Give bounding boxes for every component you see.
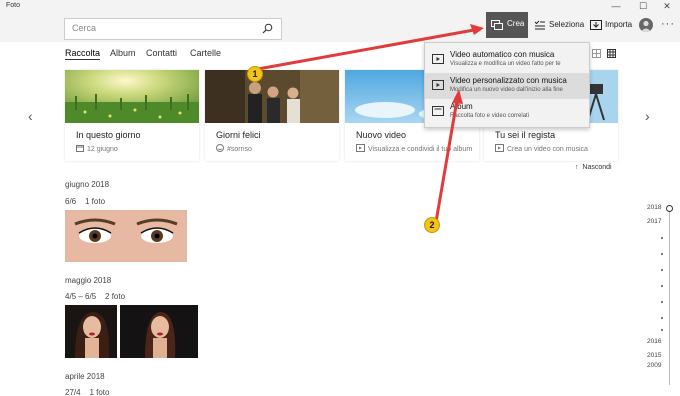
arrowhead-crea	[470, 24, 484, 35]
step-badge-1: 1	[247, 66, 263, 82]
arrow-to-menu	[434, 99, 459, 223]
arrow-to-crea	[257, 28, 475, 71]
step-badge-2: 2	[424, 217, 440, 233]
arrowhead-menu	[452, 89, 463, 104]
annotation-arrows	[257, 24, 484, 223]
